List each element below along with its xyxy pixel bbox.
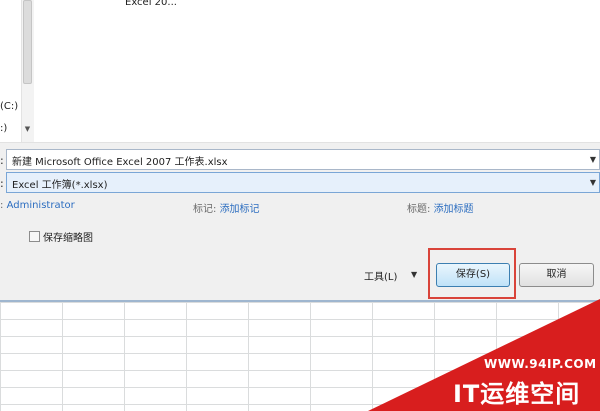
drive-item-c[interactable]: (C:) [0, 101, 18, 112]
save-button[interactable]: 保存(S) [436, 263, 510, 287]
cancel-button[interactable]: 取消 [519, 263, 594, 287]
title-row: 标题: 添加标题 [407, 200, 474, 215]
filename-value: 新建 Microsoft Office Excel 2007 工作表.xlsx [12, 157, 228, 168]
tools-dropdown-icon[interactable]: ▼ [411, 270, 417, 279]
author-link[interactable]: Administrator [7, 200, 75, 211]
tags-row: 标记: 添加标记 [193, 200, 260, 215]
scroll-down-arrow-icon[interactable]: ▼ [23, 124, 32, 134]
author-label: : [0, 200, 4, 211]
scrollbar-thumb[interactable] [23, 0, 32, 84]
tools-menu-button[interactable]: 工具(L) [364, 268, 397, 283]
filetype-select[interactable]: Excel 工作簿(*.xlsx) ▼ [6, 172, 600, 193]
file-browser: ▼ (C:) :) Excel 20... [0, 0, 600, 142]
add-title-link[interactable]: 添加标题 [434, 204, 474, 215]
filetype-label: : [0, 177, 4, 190]
watermark-brand: IT运维空间 [453, 380, 581, 408]
save-thumbnail-label[interactable]: 保存缩略图 [43, 229, 93, 244]
drive-item-partial[interactable]: :) [0, 123, 7, 134]
title-label: 标题: [407, 204, 431, 215]
save-thumbnail-checkbox[interactable] [29, 231, 40, 242]
filename-label: : [0, 154, 4, 167]
filename-input[interactable]: 新建 Microsoft Office Excel 2007 工作表.xlsx … [6, 149, 600, 170]
file-item-label[interactable]: Excel 20... [125, 0, 177, 8]
chevron-down-icon[interactable]: ▼ [590, 178, 596, 187]
author-row: : Administrator [0, 200, 75, 211]
chevron-down-icon[interactable]: ▼ [590, 155, 596, 164]
filetype-value: Excel 工作簿(*.xlsx) [12, 180, 108, 191]
tags-label: 标记: [193, 204, 217, 215]
add-tag-link[interactable]: 添加标记 [220, 204, 260, 215]
watermark-url: WWW.94IP.COM [484, 357, 597, 371]
